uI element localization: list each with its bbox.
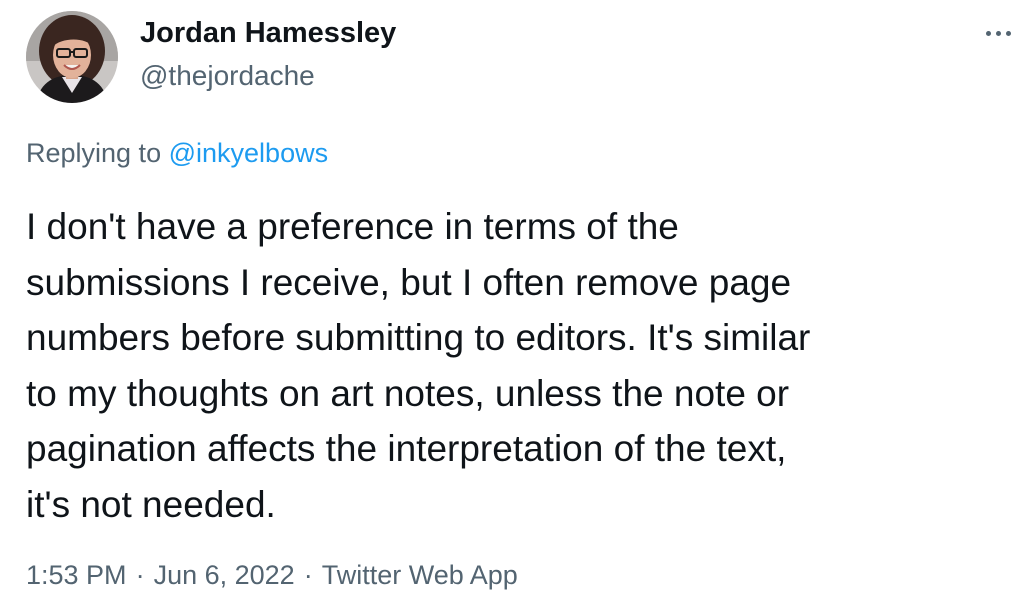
tweet-card: Jordan Hamessley @thejordache Replying t… [0,0,1024,604]
more-button[interactable] [978,18,1018,48]
meta-separator: · [135,560,145,590]
author-handle[interactable]: @thejordache [140,60,315,92]
tweet-date[interactable]: Jun 6, 2022 [154,560,295,590]
avatar-photo [26,11,118,103]
tweet-metadata: 1:53 PM · Jun 6, 2022 · Twitter Web App [26,560,518,591]
tweet-time[interactable]: 1:53 PM [26,560,127,590]
tweet-text: I don't have a preference in terms of th… [26,206,811,525]
tweet-source[interactable]: Twitter Web App [322,560,518,590]
replying-to-link[interactable]: @inkyelbows [169,138,328,168]
meta-separator: · [303,560,313,590]
author-name[interactable]: Jordan Hamessley [140,17,396,50]
more-dot [1005,30,1011,36]
more-horizontal-icon [985,30,991,36]
more-dot [995,30,1001,36]
avatar[interactable] [26,11,118,103]
replying-to-label: Replying to [26,138,162,168]
replying-to-line: Replying to @inkyelbows [26,138,328,169]
